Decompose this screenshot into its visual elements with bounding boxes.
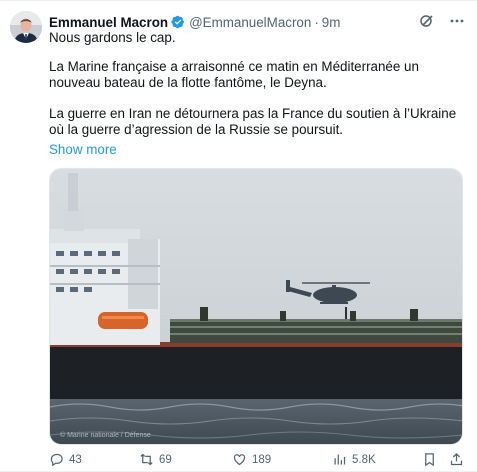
views-count: 5.8K — [352, 453, 376, 466]
like-count: 189 — [252, 453, 272, 466]
post-paragraph: Nous gardons le cap. — [49, 30, 176, 45]
post-image[interactable]: © Marine nationale / Défense — [49, 168, 463, 445]
grok-icon[interactable] — [419, 13, 435, 29]
repost-icon — [140, 453, 153, 466]
bookmark-icon — [425, 453, 434, 467]
reply-button[interactable]: 43 — [49, 452, 82, 467]
like-icon — [233, 454, 246, 466]
action-bar: 43 69 189 5.8K — [49, 452, 467, 468]
author-handle[interactable]: @EmmanuelMacron — [189, 15, 311, 30]
share-icon — [450, 452, 463, 466]
views-button[interactable]: 5.8K — [332, 452, 376, 467]
separator-dot: · — [314, 14, 319, 30]
reply-icon — [50, 453, 63, 467]
author-name[interactable]: Emmanuel Macron — [49, 15, 168, 30]
post-paragraph: La Marine française a arraisonné ce mati… — [49, 59, 419, 91]
post-header: Emmanuel Macron @EmmanuelMacron · 9m — [49, 13, 465, 31]
post: Emmanuel Macron @EmmanuelMacron · 9m Nou… — [0, 0, 477, 472]
more-icon[interactable] — [449, 13, 465, 29]
post-time[interactable]: 9m — [322, 15, 341, 30]
bookmark-button[interactable] — [422, 452, 442, 467]
reply-count: 43 — [69, 453, 82, 466]
post-text: Nous gardons le cap. La Marine française… — [49, 30, 467, 152]
verified-badge-icon — [171, 15, 185, 29]
share-button[interactable] — [449, 452, 469, 467]
show-more-link[interactable]: Show more — [49, 142, 117, 157]
post-paragraph: La guerre en Iran ne détournera pas la F… — [49, 105, 457, 137]
repost-button[interactable]: 69 — [139, 452, 172, 467]
image-watermark: © Marine nationale / Défense — [60, 431, 151, 439]
like-button[interactable]: 189 — [232, 452, 271, 467]
repost-count: 69 — [159, 453, 172, 466]
views-icon — [334, 454, 346, 465]
author-avatar[interactable] — [10, 11, 42, 43]
